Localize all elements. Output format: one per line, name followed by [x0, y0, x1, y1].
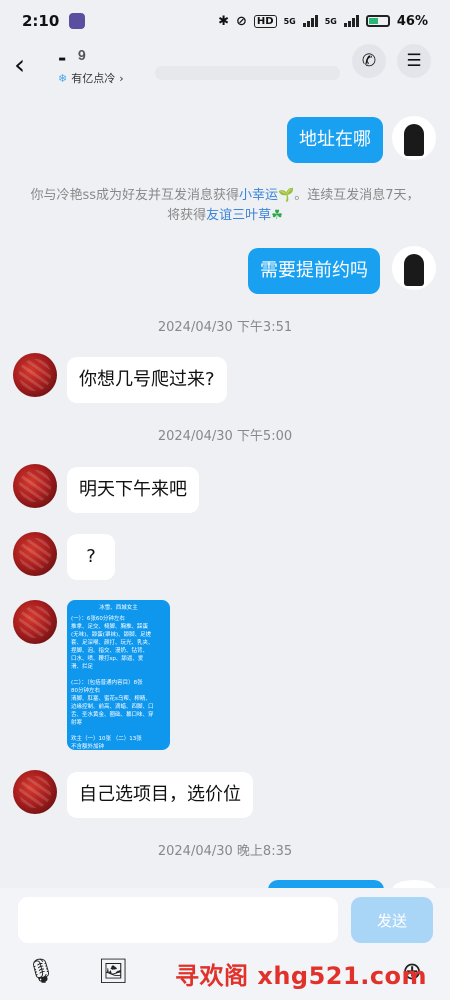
image-text-line: 口水、喷、鞭打sp、舔逼、爱 — [71, 656, 144, 662]
image-icon[interactable]: 🖼 — [98, 957, 128, 985]
image-text-line: 射寒 — [71, 720, 83, 726]
image-text-line — [71, 727, 166, 735]
system-notice-line-1: 你与冷艳ss成为好友并互发消息获得小幸运🌱。连续互发消息7天， — [30, 188, 420, 203]
contact-avatar[interactable] — [13, 770, 57, 814]
message-bubble-sent[interactable]: 地址在哪 — [287, 117, 383, 163]
image-text-line: 边缘控制、前高、滴蜡、四脚、口 — [71, 704, 154, 710]
snowflake-icon: ❄ — [58, 71, 68, 85]
back-chevron-icon[interactable]: ‹ — [14, 48, 25, 81]
image-text-line: (无味)、舔蛋(罩袜)、舔脚、足搓 — [71, 632, 152, 638]
net-label-2: 5G — [324, 16, 337, 26]
message-bubble-received[interactable]: 你想几号爬过来? — [67, 357, 227, 403]
timestamp: 2024/04/30 下午5:00 — [157, 429, 293, 444]
watermark: 寻欢阁 xhg521.com — [175, 962, 428, 990]
contact-avatar[interactable] — [13, 600, 57, 644]
message-input[interactable] — [18, 897, 338, 943]
image-text-line: 欢主（一）10张 （二）13张 — [71, 736, 142, 742]
system-notice: 你与冷艳ss成为好友并互发消息获得小幸运🌱。连续互发消息7天， 将获得友谊三叶草… — [20, 186, 430, 226]
image-title: 冰雪、西城女主 — [99, 605, 138, 611]
timestamp: 2024/04/30 下午3:51 — [157, 320, 293, 335]
status-time: 2:10 — [22, 12, 60, 30]
message-bubble-received[interactable]: ? — [67, 534, 115, 580]
ear-icon: 𝟗 — [78, 48, 86, 64]
system-notice-line-2: 将获得友谊三叶草☘ — [167, 208, 283, 223]
image-text-line: (二）：（包括普通内容目）8张 — [71, 680, 143, 686]
chevron-right-icon: › — [119, 71, 124, 85]
chat-title: - — [58, 46, 67, 70]
clover-link[interactable]: 友谊三叶草 — [206, 208, 271, 223]
blurred-area — [155, 66, 340, 80]
image-text-line: 推拿、足交、椅脚、胸推、踩蛋 — [71, 624, 149, 630]
contact-avatar[interactable] — [13, 532, 57, 576]
sprout-icon: 🌱 — [278, 188, 295, 203]
clover-icon: ☘ — [271, 208, 283, 223]
timestamp: 2024/04/30 晚上8:35 — [157, 844, 293, 859]
image-text-line: (一）：6张60分钟左右 — [71, 616, 125, 622]
image-text-line: 舌、圣水黄金、圈础、篡口味、穿 — [71, 712, 154, 718]
image-text-line: 套、足深喉、颜打、玩光、乳夹、 — [71, 640, 154, 646]
lucky-link[interactable]: 小幸运 — [239, 188, 278, 203]
message-bubble-received[interactable]: 自己选项目，选价位 — [67, 772, 253, 818]
app-notification-icon — [69, 13, 86, 29]
bluetooth-icon: ✱ — [218, 13, 230, 29]
image-text-line: 80分钟左右 — [71, 688, 100, 694]
message-bubble-sent[interactable]: 需要提前约吗 — [248, 248, 380, 294]
my-avatar[interactable] — [392, 116, 436, 160]
send-button[interactable]: 发送 — [351, 897, 433, 943]
message-bubble-received[interactable]: 明天下午来吧 — [67, 467, 199, 513]
image-text-line: 滑、拦足 — [71, 664, 94, 670]
phone-icon[interactable]: ✆ — [352, 44, 386, 78]
image-text: (一）：6张60分钟左右推拿、足交、椅脚、胸推、踩蛋 (无味)、舔蛋(罩袜)、舔脚… — [71, 615, 166, 750]
subtitle-text: 有亿点冷 — [71, 72, 116, 85]
my-avatar[interactable] — [392, 246, 436, 290]
chat-subtitle[interactable]: ❄ 有亿点冷 › — [58, 70, 124, 86]
image-text-line — [71, 671, 166, 679]
hd-icon: HD — [253, 14, 277, 28]
battery-percent: 46% — [396, 13, 428, 29]
mute-icon: ⊘ — [236, 13, 247, 29]
mic-icon[interactable]: 🎙 — [26, 957, 56, 985]
battery-icon — [365, 15, 390, 27]
image-text-line: 捏脚、泡、指交、漫奶、钻背、 — [71, 648, 149, 654]
image-text-line: 清脚、肛塞、蜜花s乌帮、榨精、 — [71, 696, 151, 702]
status-icons: ✱ ⊘ HD 5G 5G 46% — [218, 14, 428, 29]
status-bar: 2:10 ✱ ⊘ HD 5G 5G 46% — [0, 0, 450, 42]
contact-avatar[interactable] — [13, 464, 57, 508]
contact-avatar[interactable] — [13, 353, 57, 397]
menu-icon[interactable]: ☰ — [397, 44, 431, 78]
signal-icon — [302, 15, 318, 27]
image-text-line: 不含额外加钟 — [71, 744, 105, 750]
image-message[interactable]: 冰雪、西城女主 (一）：6张60分钟左右推拿、足交、椅脚、胸推、踩蛋 (无味)、舔… — [67, 600, 170, 750]
net-label-1: 5G — [283, 16, 296, 26]
signal-icon-2 — [343, 15, 359, 27]
